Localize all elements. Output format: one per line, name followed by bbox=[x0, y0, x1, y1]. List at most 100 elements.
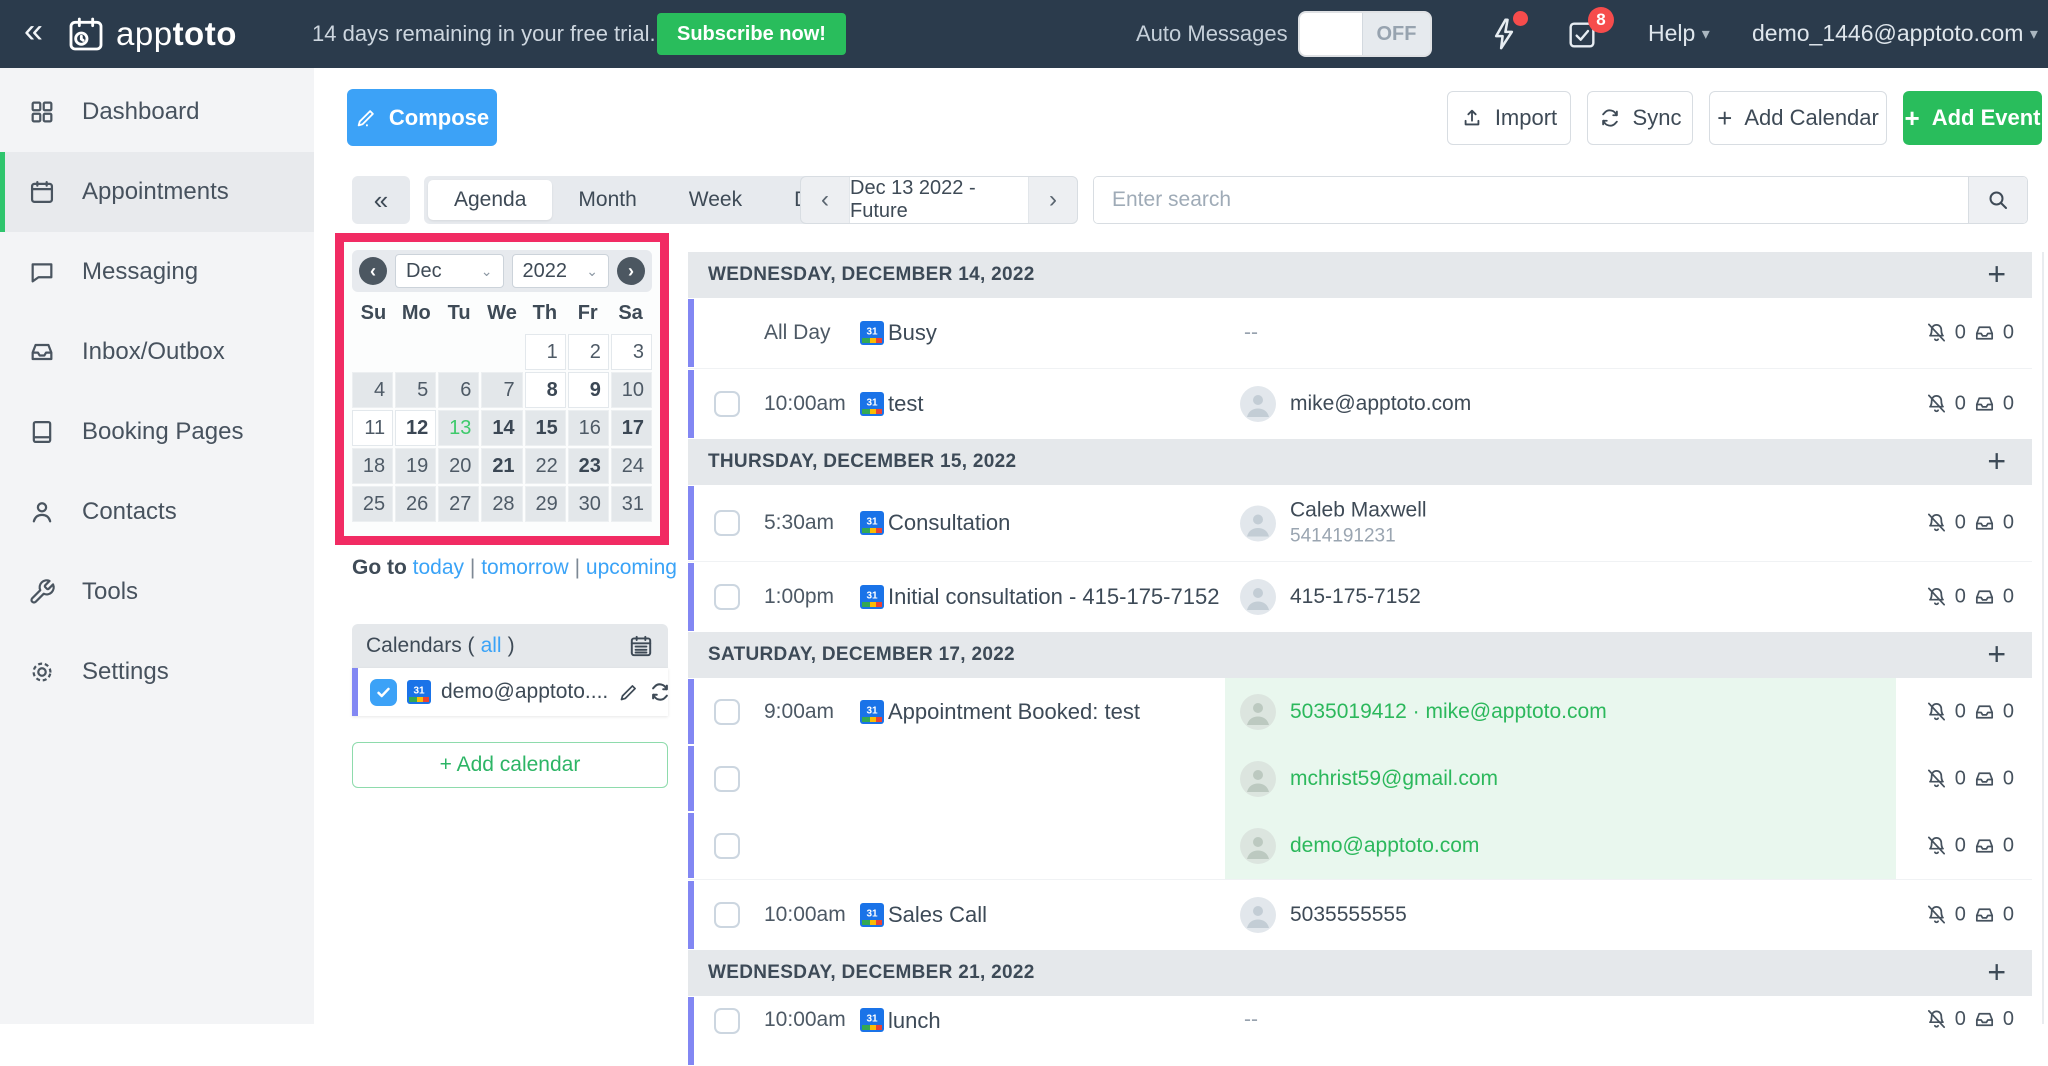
agenda-row[interactable]: mchrist59@gmail.com 0 0 bbox=[688, 745, 2032, 812]
day-cell-event[interactable]: 8 bbox=[525, 372, 566, 408]
day-cell[interactable]: 6 bbox=[438, 372, 479, 408]
event-contact[interactable]: 415-175-7152 bbox=[1240, 579, 1421, 615]
search-input[interactable] bbox=[1094, 177, 1968, 223]
agenda-row[interactable]: 10:00am 31 test mike@apptoto.com 0 0 bbox=[688, 368, 2032, 439]
sidebar-item-dashboard[interactable]: Dashboard bbox=[0, 72, 314, 152]
refresh-icon[interactable] bbox=[649, 681, 671, 703]
day-cell[interactable]: 7 bbox=[481, 372, 522, 408]
event-contact[interactable]: 5035019412 · mike@apptoto.com bbox=[1240, 694, 1607, 730]
day-cell[interactable]: 27 bbox=[438, 486, 479, 522]
day-cell[interactable]: 5 bbox=[395, 372, 436, 408]
sidebar-item-appointments[interactable]: Appointments bbox=[0, 152, 314, 232]
agenda-row[interactable]: 1:00pm 31 Initial consultation - 415-175… bbox=[688, 561, 2032, 632]
sidebar-item-settings[interactable]: Settings bbox=[0, 632, 314, 712]
auto-messages-toggle[interactable]: OFF bbox=[1300, 13, 1430, 55]
day-cell[interactable]: 20 bbox=[438, 448, 479, 484]
day-cell-today[interactable]: 13 bbox=[438, 410, 479, 446]
day-cell[interactable]: 29 bbox=[525, 486, 566, 522]
day-cell-event[interactable]: 9 bbox=[568, 372, 609, 408]
edit-pencil-icon[interactable] bbox=[618, 682, 639, 703]
agenda-row[interactable]: All Day 31 Busy -- 0 0 bbox=[688, 298, 2032, 368]
row-checkbox[interactable] bbox=[714, 510, 740, 536]
row-checkbox[interactable] bbox=[714, 699, 740, 725]
event-contact[interactable]: 5035555555 bbox=[1240, 897, 1407, 933]
date-range-label[interactable]: Dec 13 2022 - Future bbox=[849, 177, 1029, 223]
sidebar-item-tools[interactable]: Tools bbox=[0, 552, 314, 632]
sidebar-item-booking-pages[interactable]: Booking Pages bbox=[0, 392, 314, 472]
day-cell[interactable]: 28 bbox=[481, 486, 522, 522]
day-cell[interactable]: 18 bbox=[352, 448, 393, 484]
prev-month-button[interactable]: ‹ bbox=[359, 257, 387, 285]
account-menu[interactable]: demo_1446@apptoto.com ▾ bbox=[1752, 20, 2038, 47]
import-button[interactable]: Import bbox=[1447, 91, 1571, 145]
tab-week[interactable]: Week bbox=[663, 180, 768, 220]
agenda-row[interactable]: 10:00am 31 lunch -- 0 0 bbox=[688, 996, 2032, 1066]
day-cell[interactable]: 25 bbox=[352, 486, 393, 522]
compose-button[interactable]: Compose bbox=[347, 89, 497, 146]
add-event-plus-icon[interactable]: + bbox=[1987, 954, 2006, 991]
day-cell[interactable]: 16 bbox=[568, 410, 609, 446]
sidebar-item-inbox-outbox[interactable]: Inbox/Outbox bbox=[0, 312, 314, 392]
month-select[interactable]: Dec⌄ bbox=[395, 254, 504, 288]
day-cell[interactable]: 1 bbox=[525, 334, 566, 370]
goto-today-link[interactable]: today bbox=[413, 556, 464, 579]
day-cell[interactable]: 4 bbox=[352, 372, 393, 408]
agenda-row[interactable]: 9:00am 31 Appointment Booked: test 50350… bbox=[688, 678, 2032, 745]
sidebar-item-messaging[interactable]: Messaging bbox=[0, 232, 314, 312]
event-contact[interactable]: Caleb Maxwell 5414191231 bbox=[1240, 499, 1427, 548]
row-checkbox[interactable] bbox=[714, 584, 740, 610]
agenda-row[interactable]: demo@apptoto.com 0 0 bbox=[688, 812, 2032, 879]
event-contact[interactable]: mchrist59@gmail.com bbox=[1240, 761, 1498, 797]
row-checkbox[interactable] bbox=[714, 391, 740, 417]
calendar-checkbox[interactable] bbox=[370, 679, 397, 706]
day-cell-event[interactable]: 15 bbox=[525, 410, 566, 446]
tab-agenda[interactable]: Agenda bbox=[428, 180, 552, 220]
sidebar-collapse-icon[interactable]: « bbox=[24, 12, 43, 51]
day-cell[interactable]: 3 bbox=[611, 334, 652, 370]
next-range-button[interactable]: › bbox=[1029, 177, 1077, 223]
row-checkbox[interactable] bbox=[714, 1008, 740, 1034]
next-month-button[interactable]: › bbox=[617, 257, 645, 285]
tab-month[interactable]: Month bbox=[552, 180, 662, 220]
apptoto-logo[interactable]: apptoto bbox=[66, 14, 237, 54]
row-checkbox[interactable] bbox=[714, 766, 740, 792]
day-cell[interactable]: 2 bbox=[568, 334, 609, 370]
sync-button[interactable]: Sync bbox=[1587, 91, 1693, 145]
day-cell-event[interactable]: 21 bbox=[481, 448, 522, 484]
prev-range-button[interactable]: ‹ bbox=[801, 177, 849, 223]
day-cell[interactable]: 31 bbox=[611, 486, 652, 522]
day-cell-event[interactable]: 17 bbox=[611, 410, 652, 446]
day-cell[interactable]: 24 bbox=[611, 448, 652, 484]
agenda-scrollbar-track[interactable] bbox=[2042, 252, 2044, 1024]
add-calendar-button[interactable]: + Add Calendar bbox=[1709, 91, 1887, 145]
day-cell-event[interactable]: 23 bbox=[568, 448, 609, 484]
day-cell[interactable]: 11 bbox=[352, 410, 393, 446]
day-cell[interactable]: 26 bbox=[395, 486, 436, 522]
year-select[interactable]: 2022⌄ bbox=[512, 254, 609, 288]
day-cell[interactable]: 10 bbox=[611, 372, 652, 408]
day-cell[interactable]: 19 bbox=[395, 448, 436, 484]
add-event-plus-icon[interactable]: + bbox=[1987, 443, 2006, 480]
row-checkbox[interactable] bbox=[714, 902, 740, 928]
add-calendar-secondary-button[interactable]: + Add calendar bbox=[352, 742, 668, 788]
goto-upcoming-link[interactable]: upcoming bbox=[586, 556, 677, 579]
day-cell[interactable]: 30 bbox=[568, 486, 609, 522]
agenda-row[interactable]: 5:30am 31 Consultation Caleb Maxwell 541… bbox=[688, 485, 2032, 561]
agenda-row[interactable]: 10:00am 31 Sales Call 5035555555 0 0 bbox=[688, 879, 2032, 950]
event-contact[interactable]: demo@apptoto.com bbox=[1240, 828, 1479, 864]
search-button[interactable] bbox=[1968, 177, 2027, 223]
day-cell-event[interactable]: 14 bbox=[481, 410, 522, 446]
add-event-button[interactable]: + Add Event bbox=[1903, 91, 2042, 145]
day-cell[interactable]: 22 bbox=[525, 448, 566, 484]
day-cell-event[interactable]: 12 bbox=[395, 410, 436, 446]
calendar-icon[interactable] bbox=[628, 633, 654, 659]
add-event-plus-icon[interactable]: + bbox=[1987, 636, 2006, 673]
subscribe-button[interactable]: Subscribe now! bbox=[657, 13, 846, 55]
help-menu[interactable]: Help ▾ bbox=[1648, 20, 1710, 47]
goto-tomorrow-link[interactable]: tomorrow bbox=[481, 556, 569, 579]
row-checkbox[interactable] bbox=[714, 833, 740, 859]
collapse-panel-button[interactable]: « bbox=[352, 176, 410, 224]
event-contact[interactable]: mike@apptoto.com bbox=[1240, 386, 1471, 422]
add-event-plus-icon[interactable]: + bbox=[1987, 256, 2006, 293]
calendars-all-link[interactable]: all bbox=[481, 634, 502, 658]
